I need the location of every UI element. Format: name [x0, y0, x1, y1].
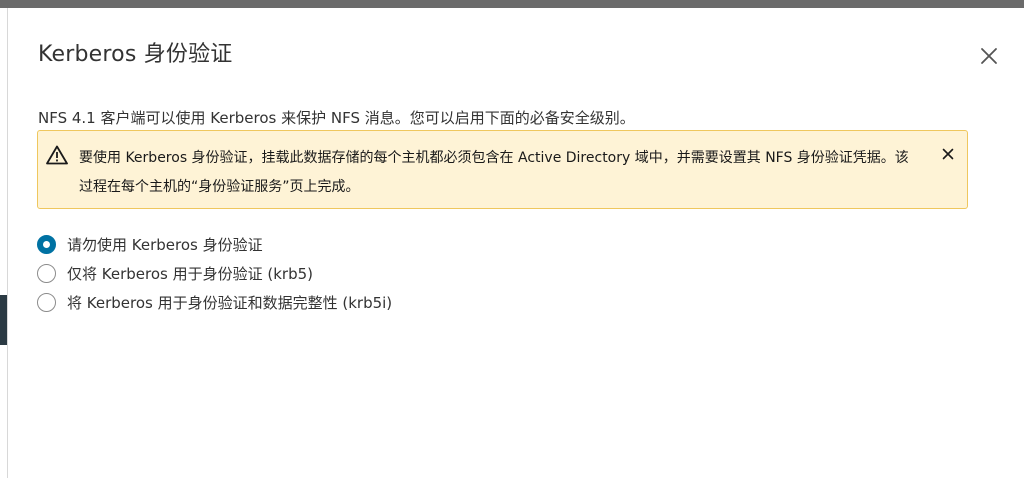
- radio-option-krb5[interactable]: 仅将 Kerberos 用于身份验证 (krb5): [37, 259, 392, 288]
- kerberos-option-group: 请勿使用 Kerberos 身份验证 仅将 Kerberos 用于身份验证 (k…: [37, 230, 392, 317]
- kerberos-auth-dialog: Kerberos 身份验证 NFS 4.1 客户端可以使用 Kerberos 来…: [8, 8, 1024, 478]
- radio-button[interactable]: [37, 264, 56, 283]
- warning-alert: 要使用 Kerberos 身份验证，挂载此数据存储的每个主机都必须包含在 Act…: [37, 130, 968, 209]
- radio-button-checked[interactable]: [37, 235, 56, 254]
- radio-button[interactable]: [37, 293, 56, 312]
- alert-close-button[interactable]: [941, 147, 955, 161]
- close-icon: [942, 148, 954, 160]
- dialog-close-button[interactable]: [979, 46, 999, 66]
- alert-message: 要使用 Kerberos 身份验证，挂载此数据存储的每个主机都必须包含在 Act…: [79, 150, 909, 195]
- radio-label: 请勿使用 Kerberos 身份验证: [67, 236, 263, 254]
- close-icon: [981, 48, 997, 64]
- radio-label: 仅将 Kerberos 用于身份验证 (krb5): [67, 265, 313, 283]
- dialog-title: Kerberos 身份验证: [38, 42, 233, 67]
- background-panel-edge: [0, 295, 7, 345]
- warning-triangle-icon: [46, 145, 68, 165]
- dialog-description: NFS 4.1 客户端可以使用 Kerberos 来保护 NFS 消息。您可以启…: [38, 109, 635, 127]
- radio-option-krb5i[interactable]: 将 Kerberos 用于身份验证和数据完整性 (krb5i): [37, 288, 392, 317]
- top-bar: [0, 0, 1024, 8]
- radio-label: 将 Kerberos 用于身份验证和数据完整性 (krb5i): [67, 294, 393, 312]
- radio-option-no-kerberos[interactable]: 请勿使用 Kerberos 身份验证: [37, 230, 392, 259]
